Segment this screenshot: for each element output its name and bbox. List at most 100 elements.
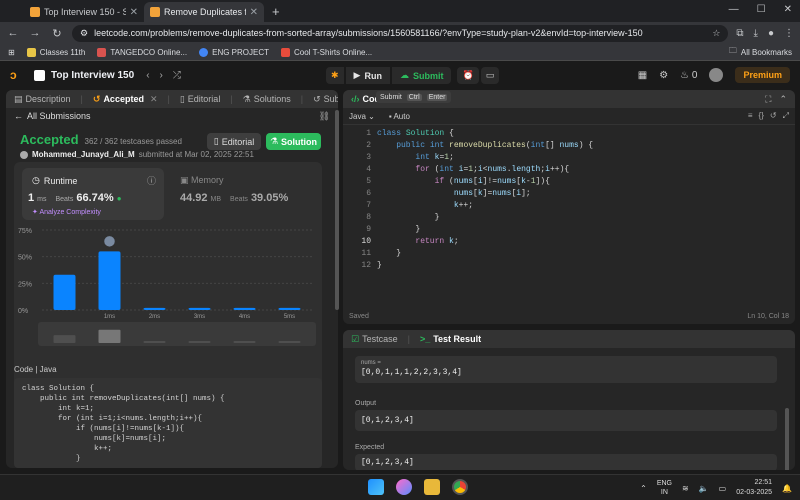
run-button[interactable]: ▶ Run <box>345 67 390 84</box>
bookmark-item[interactable]: ENG PROJECT <box>199 47 269 57</box>
fire-icon: ♨ <box>680 69 690 81</box>
author-name[interactable]: Mohammed_Junayd_Ali_M <box>32 150 135 159</box>
timer-button[interactable]: ⏰ <box>457 67 479 84</box>
wifi-icon[interactable]: ≋ <box>682 484 689 493</box>
next-problem-icon[interactable]: › <box>160 70 163 81</box>
x-tick-label: 4ms <box>239 314 250 320</box>
autocomplete-toggle[interactable]: ▪ Auto <box>389 112 410 121</box>
chart-bar[interactable] <box>233 307 256 310</box>
volume-icon[interactable]: 🔈 <box>699 484 709 493</box>
overview-bar <box>143 341 166 343</box>
clock-icon: ↺ <box>313 93 321 104</box>
debug-button[interactable]: ✱ <box>326 67 344 84</box>
reload-icon[interactable]: ↻ <box>50 27 64 40</box>
bookmark-icon[interactable]: ≡ <box>748 111 753 121</box>
premium-button[interactable]: Premium <box>735 67 790 83</box>
tab-editorial[interactable]: ▯ Editorial <box>180 94 220 105</box>
settings-icon[interactable]: ⚙ <box>659 70 668 81</box>
download-icon[interactable]: ⤓ <box>754 28 758 39</box>
left-panel-tabs: ▤ Description | ↺ Accepted ✕ | ▯ Editorial |… <box>6 90 338 108</box>
new-tab-button[interactable]: + <box>264 4 288 22</box>
layout-icon[interactable]: ▦ <box>638 70 647 81</box>
chevron-up-icon[interactable]: ⌃ <box>779 94 787 105</box>
info-icon[interactable]: ⓘ <box>147 174 156 187</box>
chart-bar[interactable] <box>278 307 301 310</box>
code-editor-panel: ‹/› Code ⛶ ⌃ Java ⌄ ▪ Auto ≡ {} ↺ ⤢ 12345… <box>343 90 795 324</box>
minimize-icon[interactable]: — <box>729 4 739 15</box>
tab-description[interactable]: ▤ Description <box>14 94 71 105</box>
bookmark-star-icon[interactable]: ☆ <box>712 28 720 39</box>
editorial-button[interactable]: ▯ Editorial <box>207 133 261 150</box>
address-bar[interactable]: ⚙ leetcode.com/problems/remove-duplicate… <box>72 24 729 42</box>
status-text: Accepted <box>20 132 79 147</box>
language-select[interactable]: Java ⌄ <box>349 112 375 121</box>
bookmark-item[interactable]: Classes 11th <box>26 47 85 57</box>
leetcode-logo-icon[interactable]: ↄ <box>10 68 24 82</box>
streak-counter[interactable]: ♨ 0 <box>680 70 697 81</box>
memory-box[interactable]: ▣ Memory 44.92 MB Beats 39.05% <box>174 168 316 220</box>
tab-testcase[interactable]: ☑ Testcase <box>351 334 398 345</box>
analyze-complexity-link[interactable]: ✦ Analyze Complexity <box>32 208 101 216</box>
system-clock[interactable]: 22:51 02-03-2025 <box>736 478 772 498</box>
apps-icon[interactable]: ⊞ <box>8 48 15 57</box>
overview-track[interactable] <box>38 322 316 346</box>
extensions-icon[interactable]: ⧉ <box>736 28 743 39</box>
close-icon[interactable]: ✕ <box>150 94 158 105</box>
tab-submissions[interactable]: ↺Submissions <box>313 94 338 105</box>
shuffle-icon[interactable]: ⤮ <box>173 70 181 81</box>
site-info-icon[interactable]: ⚙ <box>80 28 88 39</box>
chrome-icon[interactable] <box>452 479 468 495</box>
windows-start-icon[interactable] <box>368 479 384 495</box>
copilot-icon[interactable] <box>396 479 412 495</box>
study-plan-link[interactable]: Top Interview 150 <box>34 69 134 81</box>
left-scrollbar[interactable] <box>335 110 339 310</box>
chart-bar[interactable] <box>143 307 166 310</box>
all-submissions-link[interactable]: ← All Submissions <box>14 111 91 121</box>
link-icon[interactable]: ⛓ <box>319 111 330 122</box>
solution-button[interactable]: ⚗ Solution <box>266 133 321 150</box>
close-icon[interactable]: ✕ <box>250 7 258 18</box>
bookmark-item[interactable]: TANGEDCO Online... <box>97 47 187 57</box>
bookmark-item[interactable]: Cool T-Shirts Online... <box>281 47 372 57</box>
result-scrollbar[interactable] <box>785 408 789 470</box>
x-tick-label: 2ms <box>149 314 160 320</box>
terminal-icon: >_ <box>419 334 431 344</box>
browser-tab-remove-duplicates[interactable]: Remove Duplicates from Sorted ✕ <box>144 2 264 22</box>
windows-taskbar: ⌃ ENG IN ≋ 🔈 ▭ 22:51 02-03-2025 🔔 <box>0 474 800 500</box>
close-window-icon[interactable]: ✕ <box>784 4 792 15</box>
user-avatar[interactable] <box>709 68 724 82</box>
forward-icon[interactable]: → <box>28 27 42 39</box>
chevron-up-icon[interactable]: ⌃ <box>640 484 647 493</box>
folder-icon: 🗀 <box>728 46 737 55</box>
file-explorer-icon[interactable] <box>424 479 440 495</box>
tab-solutions[interactable]: ⚗ Solutions <box>243 94 291 105</box>
chart-bar[interactable] <box>188 307 211 310</box>
browser-tab-study-plan[interactable]: Top Interview 150 - Study Plan ✕ <box>24 2 144 22</box>
reset-icon[interactable]: ↺ <box>770 111 777 121</box>
fullscreen-icon[interactable]: ⤢ <box>783 111 789 121</box>
profile-icon[interactable]: ● <box>768 28 774 39</box>
tab-test-result[interactable]: >_ Test Result <box>420 334 481 344</box>
chart-bar[interactable] <box>98 251 121 310</box>
submit-button[interactable]: ☁ Submit <box>391 67 452 84</box>
prev-problem-icon[interactable]: ‹ <box>146 70 149 81</box>
chart-bar[interactable] <box>53 274 76 310</box>
close-icon[interactable]: ✕ <box>130 7 138 18</box>
tab-accepted[interactable]: ↺ Accepted ✕ <box>93 94 158 105</box>
battery-icon[interactable]: ▭ <box>719 484 727 493</box>
all-bookmarks[interactable]: 🗀 All Bookmarks <box>729 45 792 59</box>
runtime-box[interactable]: ◷ Runtime ⓘ 1 ms Beats 66.74% ● ✦ Analyze… <box>22 168 164 220</box>
menu-icon[interactable]: ⋮ <box>784 28 794 39</box>
maximize-icon[interactable]: ⛶ <box>765 94 771 105</box>
notes-button[interactable]: ▭ <box>480 67 500 84</box>
notifications-icon[interactable]: 🔔 <box>782 484 792 493</box>
code-editor[interactable]: class Solution { public int removeDuplic… <box>377 128 593 272</box>
back-icon[interactable]: ← <box>6 27 20 39</box>
note-icon: ▭ <box>485 70 495 80</box>
chrome-icon <box>199 47 209 57</box>
maximize-icon[interactable]: ☐ <box>757 4 766 15</box>
braces-icon[interactable]: {} <box>759 111 764 121</box>
language-indicator[interactable]: ENG IN <box>657 479 672 497</box>
y-tick-label: 25% <box>18 281 32 288</box>
output-value: [0,1,2,3,4] <box>361 416 414 425</box>
